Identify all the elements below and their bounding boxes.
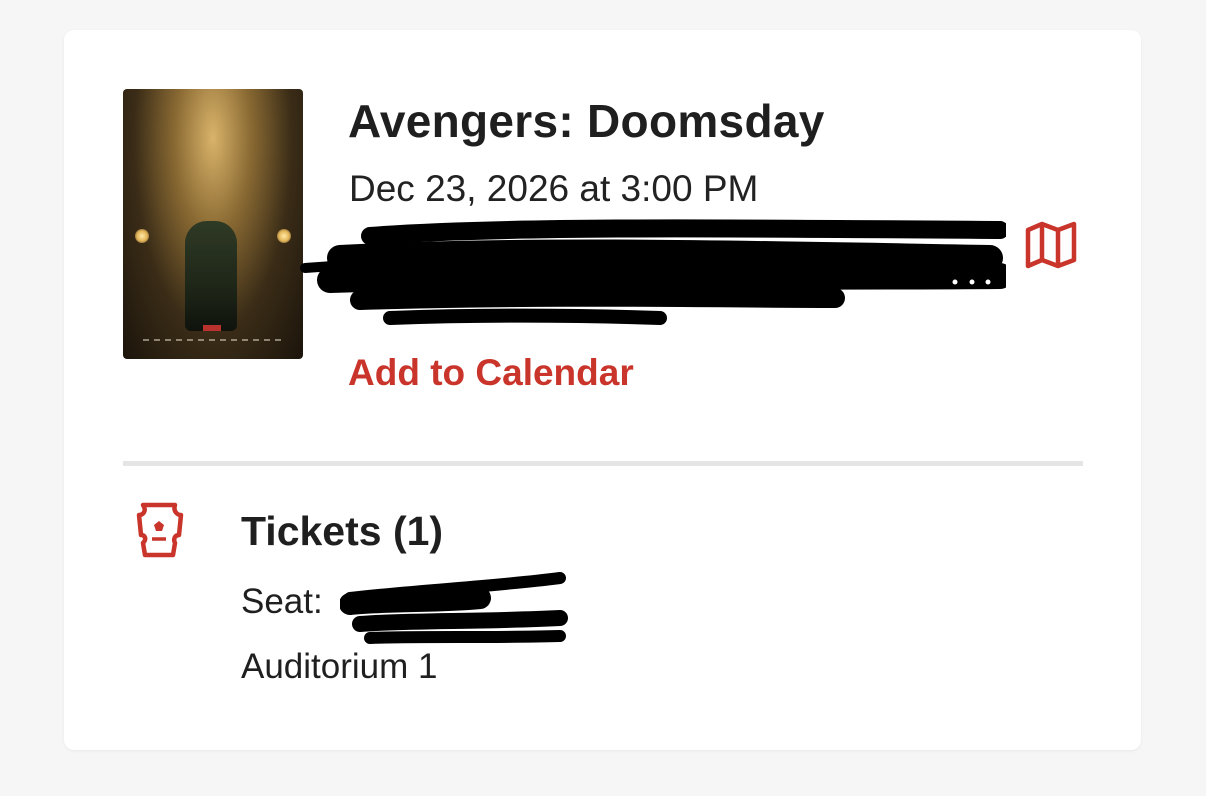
movie-poster	[123, 89, 303, 359]
map-icon[interactable]	[1024, 220, 1080, 270]
tickets-heading: Tickets (1)	[241, 508, 444, 554]
poster-figure	[185, 221, 237, 331]
poster-logo	[203, 325, 221, 331]
redacted-venue-address	[300, 219, 1006, 325]
ticket-icon	[136, 502, 184, 558]
seat-label: Seat:	[241, 582, 323, 621]
poster-credits	[143, 339, 283, 341]
poster-candle-left	[135, 229, 149, 243]
poster-candle-right	[277, 229, 291, 243]
auditorium-label: Auditorium 1	[241, 647, 438, 686]
redacted-seat-number	[340, 572, 568, 644]
order-card: Avengers: Doomsday Dec 23, 2026 at 3:00 …	[64, 30, 1141, 750]
section-divider	[123, 461, 1083, 466]
add-to-calendar-link[interactable]: Add to Calendar	[348, 352, 634, 394]
showtime: Dec 23, 2026 at 3:00 PM	[349, 168, 759, 209]
movie-title: Avengers: Doomsday	[348, 95, 825, 147]
